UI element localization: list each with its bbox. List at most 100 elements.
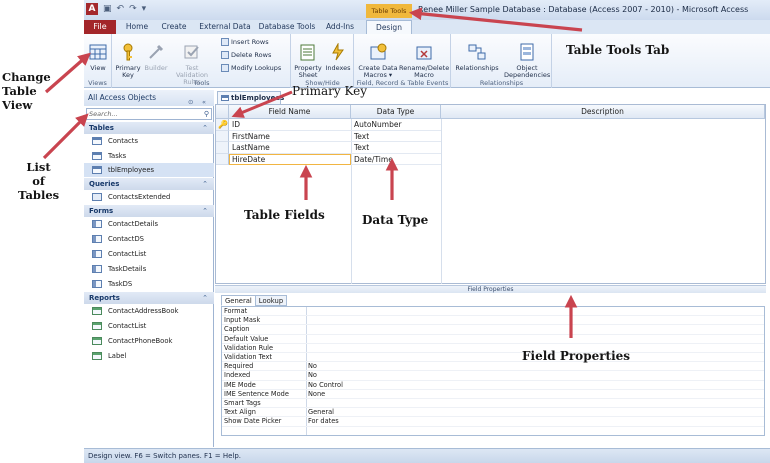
nav-section-forms[interactable]: Forms ⌃ [84,205,214,217]
property-name: Format [224,307,248,315]
builder-button[interactable]: Builder [143,36,169,72]
undo-icon[interactable]: ↶ [117,3,125,15]
property-row[interactable]: Validation Text [222,353,764,363]
property-row[interactable]: Required No [222,362,764,372]
group-relationships: Relationships Object Dependencies Relati… [452,34,552,88]
tab-general[interactable]: General [221,295,256,306]
active-cell-highlight [229,153,351,165]
tab-file[interactable]: File [84,20,116,34]
property-row[interactable]: IME Mode No Control [222,381,764,390]
delete-rows-button[interactable]: Delete Rows [221,51,271,59]
ribbon-tab-row: File Home Create External Data Database … [84,20,770,35]
row-selector[interactable] [216,142,229,154]
tab-lookup[interactable]: Lookup [254,295,288,306]
nav-item-contactdetails[interactable]: ContactDetails [84,217,214,231]
tab-design[interactable]: Design [366,20,412,35]
window-title: Renee Miller Sample Database : Database … [418,5,749,14]
property-value[interactable]: None [308,390,325,399]
view-icon [89,44,107,60]
nav-item-contactlist-report[interactable]: ContactList [84,319,214,333]
column-header-description[interactable]: Description [441,105,765,119]
create-data-macros-icon [370,43,387,60]
nav-section-tables-label: Tables [89,124,114,132]
property-value[interactable]: No [308,362,317,371]
nav-section-reports[interactable]: Reports ⌃ [84,292,214,304]
property-row[interactable]: Input Mask [222,316,764,326]
property-sheet-button[interactable]: Property Sheet [294,36,322,79]
nav-item-contactlist-form[interactable]: ContactList [84,247,214,261]
nav-section-queries[interactable]: Queries ⌃ [84,178,214,190]
row-selector[interactable]: 🔑 [216,119,229,131]
access-app-icon[interactable]: A [86,3,98,15]
tab-external-data[interactable]: External Data [198,20,252,34]
nav-item-contactsextended[interactable]: ContactsExtended [84,190,214,204]
redo-icon[interactable]: ↷ [129,3,137,15]
row-selector[interactable] [216,153,229,165]
property-value[interactable]: For dates [308,417,339,426]
primary-key-button[interactable]: Primary Key [115,36,141,79]
indexes-label: Indexes [325,64,351,72]
field-name-cell[interactable]: LastName [229,142,351,154]
property-value[interactable]: General [308,408,334,417]
save-icon[interactable]: ▣ [103,3,112,15]
insert-rows-button[interactable]: Insert Rows [221,38,269,46]
field-name-cell[interactable]: ID [229,119,351,131]
property-row[interactable]: Format [222,307,764,317]
field-name-cell[interactable]: FirstName [229,131,351,142]
nav-item-taskdetails[interactable]: TaskDetails [84,262,214,276]
nav-search-input[interactable]: Search... ⚲ [86,108,212,120]
property-value[interactable]: No [308,371,317,380]
property-row[interactable]: Default Value [222,335,764,344]
tab-database-tools[interactable]: Database Tools [258,20,316,34]
nav-section-tables[interactable]: Tables ⌃ [84,122,214,134]
data-type-cell[interactable]: AutoNumber [351,119,441,131]
relationships-button[interactable]: Relationships [454,36,500,72]
data-type-cell[interactable]: Text [351,131,441,142]
nav-pane-header[interactable]: All Access Objects ⊙ « [84,90,214,106]
property-row[interactable]: Show Date Picker For dates [222,417,764,427]
column-header-field-name[interactable]: Field Name [229,105,351,119]
nav-item-contacts[interactable]: Contacts [84,134,214,148]
indexes-button[interactable]: Indexes [324,36,352,72]
collapse-chevron-icon[interactable]: ⌃ [202,205,208,217]
view-button[interactable]: View [86,36,110,72]
nav-item-contactaddressbook[interactable]: ContactAddressBook [84,304,214,318]
search-icon[interactable]: ⚲ [204,109,209,119]
property-row[interactable]: IME Sentence Mode None [222,390,764,399]
data-type-cell[interactable]: Date/Time [351,154,441,165]
customize-icon[interactable]: ▾ [142,3,147,15]
property-row[interactable]: Validation Rule [222,344,764,353]
data-type-cell[interactable]: Text [351,142,441,154]
create-data-macros-button[interactable]: Create Data Macros ▾ [357,36,399,79]
property-value[interactable]: No Control [308,381,343,390]
property-row[interactable]: Text Align General [222,408,764,418]
builder-label: Builder [144,64,168,72]
object-dependencies-button[interactable]: Object Dependencies [504,36,550,79]
tab-add-ins[interactable]: Add-Ins [324,20,356,34]
row-selector[interactable] [216,130,229,142]
property-row[interactable]: Smart Tags [222,399,764,409]
property-name: Required [224,362,254,371]
property-row[interactable]: Caption [222,325,764,335]
modify-lookups-label: Modify Lookups [231,64,282,72]
nav-item-contactphonebook[interactable]: ContactPhoneBook [84,334,214,348]
document-tab-tblemployees[interactable]: tblEmployees [217,91,284,104]
property-row[interactable]: Indexed No [222,371,764,381]
collapse-chevron-icon[interactable]: ⌃ [202,122,208,134]
collapse-chevron-icon[interactable]: ⌃ [202,178,208,190]
column-header-data-type[interactable]: Data Type [351,105,441,119]
nav-item-contactds[interactable]: ContactDS [84,232,214,246]
tab-home[interactable]: Home [124,20,150,34]
rename-delete-macro-button[interactable]: Rename/Delete Macro [399,36,449,79]
nav-item-label: Contacts [108,137,138,145]
nav-item-taskds[interactable]: TaskDS [84,277,214,291]
property-name: Show Date Picker [224,417,282,426]
nav-item-tasks[interactable]: Tasks [84,149,214,163]
arrow-to-tables-list [42,113,89,160]
collapse-chevron-icon[interactable]: ⌃ [202,292,208,304]
tab-create[interactable]: Create [158,20,190,34]
test-validation-icon [184,45,199,59]
modify-lookups-button[interactable]: Modify Lookups [221,64,281,72]
nav-item-label-report[interactable]: Label [84,349,214,363]
nav-item-tblemployees[interactable]: tblEmployees [84,163,214,177]
